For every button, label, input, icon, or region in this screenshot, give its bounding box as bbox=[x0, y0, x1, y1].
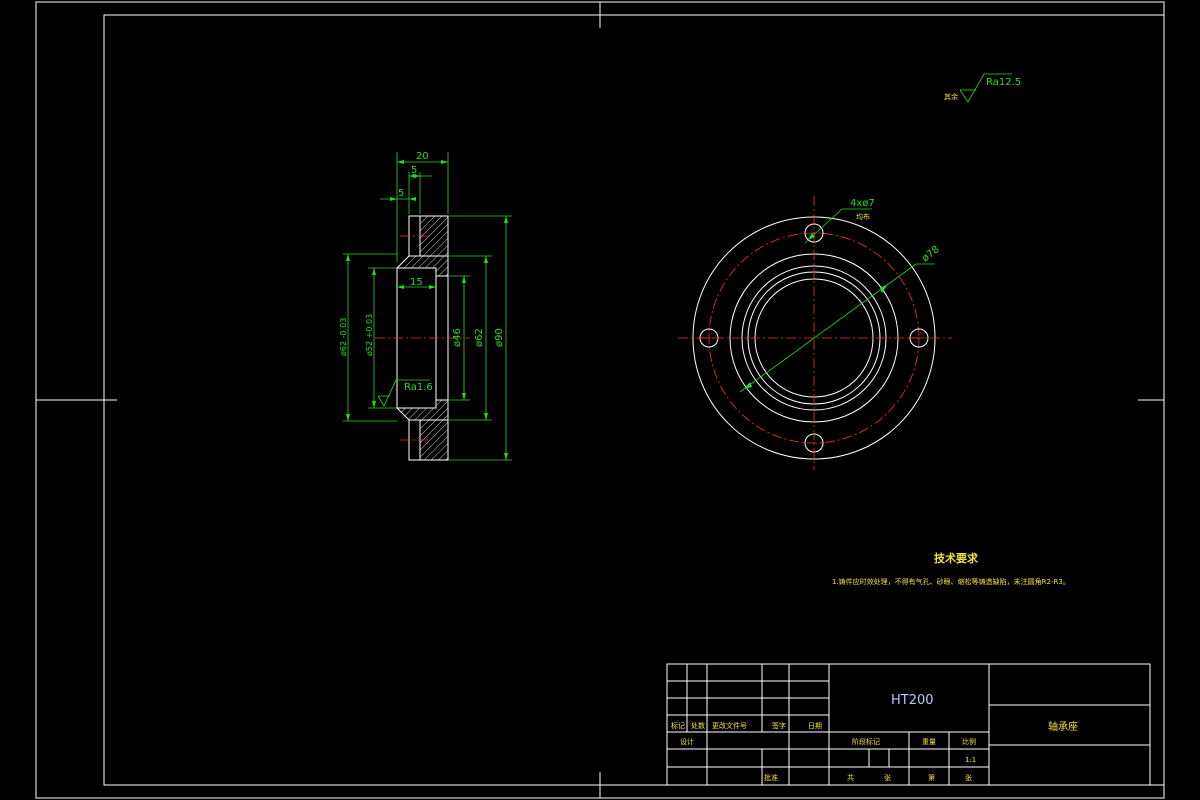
tech-title: 技术要求 bbox=[934, 551, 979, 565]
dim-dia-step: ø62 bbox=[474, 328, 485, 347]
general-roughness: 其余 Ra12.5 bbox=[944, 73, 1021, 103]
front-view bbox=[678, 196, 952, 470]
tb-count: 处数 bbox=[691, 721, 705, 730]
front-annotations: ø78 4xø7 均布 bbox=[739, 198, 942, 393]
tb-scale-value: 1:1 bbox=[965, 756, 976, 764]
dim-width-total: 20 bbox=[416, 151, 429, 162]
dim-bore-depth: 15 bbox=[410, 277, 423, 288]
section-hatch-top bbox=[395, 255, 449, 277]
sheet-frame bbox=[35, 1, 1165, 799]
tb-approve: 批准 bbox=[764, 773, 778, 782]
roughness-prefix: 其余 bbox=[944, 92, 958, 101]
holes-note: 均布 bbox=[856, 212, 870, 221]
tb-weight: 重量 bbox=[922, 738, 936, 746]
tb-stage-mark: 阶段标记 bbox=[852, 737, 880, 746]
tb-sheet-no: 第 bbox=[928, 773, 935, 782]
dim-dia-pilot: ø62 -0.03 bbox=[339, 318, 348, 356]
tb-signature: 签字 bbox=[772, 721, 786, 730]
tb-sheet: 张 bbox=[884, 773, 891, 782]
tech-line-1: 1.铸件应时效处理，不得有气孔、砂眼、缩松等铸造缺陷，未注圆角R2-R3。 bbox=[832, 577, 1070, 586]
cad-drawing: 20 5 5 15 ø46 ø62 ø90 ø62 -0.03 ø52 +0.0… bbox=[35, 1, 1165, 799]
tb-sheet-total: 共 bbox=[847, 773, 854, 782]
tech-requirements: 技术要求 1.铸件应时效处理，不得有气孔、砂眼、缩松等铸造缺陷，未注圆角R2-R… bbox=[832, 551, 1070, 586]
tb-change-doc: 更改文件号 bbox=[712, 721, 747, 730]
dim-dia-seat: ø52 +0.03 bbox=[365, 314, 374, 356]
tb-date: 日期 bbox=[808, 722, 822, 730]
holes-label: 4xø7 bbox=[850, 198, 875, 209]
dim-step-1: 5 bbox=[411, 165, 417, 176]
dim-pcd: ø78 bbox=[920, 244, 942, 264]
tb-design: 设计 bbox=[680, 737, 694, 746]
roughness-value: Ra12.5 bbox=[986, 77, 1021, 88]
section-hatch-bottom bbox=[395, 399, 449, 421]
tb-part-name: 轴承座 bbox=[1048, 720, 1078, 733]
tb-sheet2: 张 bbox=[965, 773, 972, 782]
tb-material: HT200 bbox=[891, 693, 934, 708]
tb-scale: 比例 bbox=[962, 737, 976, 746]
title-block: 标记 处数 更改文件号 签字 日期 设计 批准 阶段标记 重量 比例 1:1 共… bbox=[666, 663, 1151, 786]
roughness-ra16: Ra1.6 bbox=[404, 382, 433, 393]
dim-dia-outer: ø90 bbox=[494, 328, 505, 347]
dim-step-2: 5 bbox=[398, 188, 404, 199]
tb-mark: 标记 bbox=[671, 721, 685, 730]
dim-dia-bore: ø46 bbox=[452, 328, 463, 347]
